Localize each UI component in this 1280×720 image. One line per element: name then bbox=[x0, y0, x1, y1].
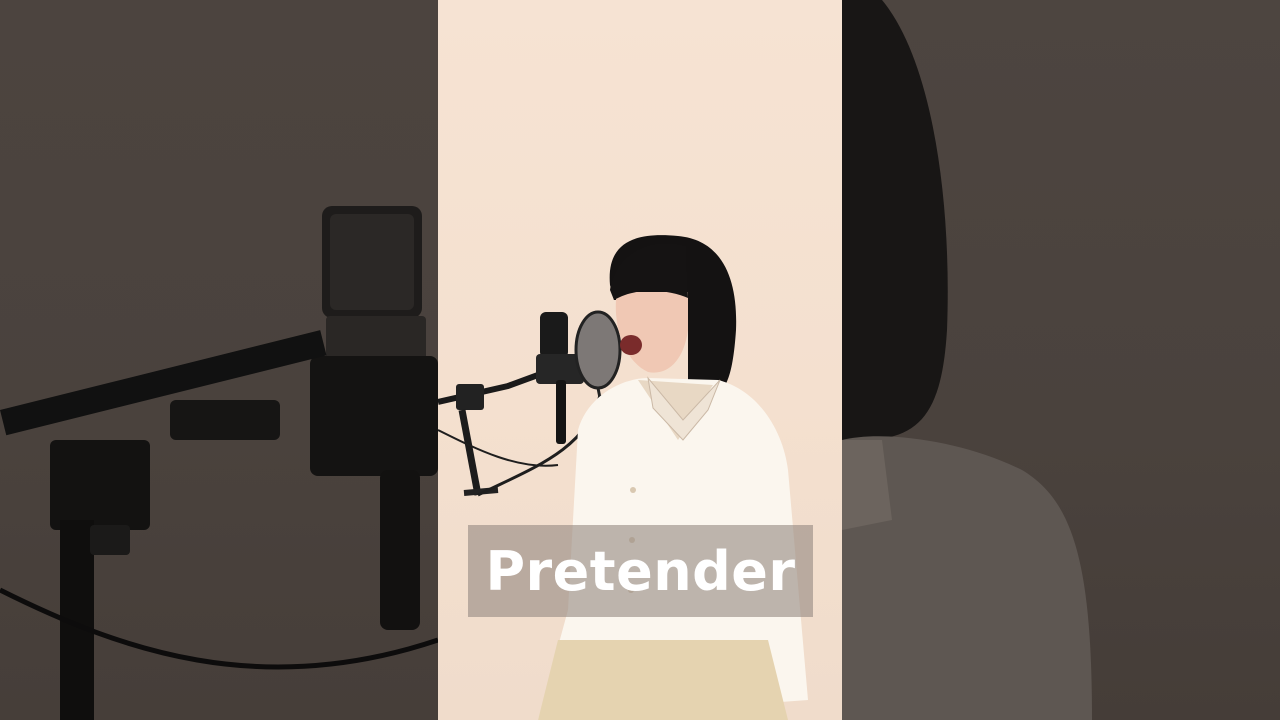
microphone-icon bbox=[536, 312, 584, 444]
video-player[interactable]: Pretender bbox=[0, 0, 1280, 720]
blurred-background-right bbox=[842, 0, 1280, 720]
song-title-caption: Pretender bbox=[485, 539, 796, 603]
blurred-background-left bbox=[0, 0, 438, 720]
video-frame[interactable]: Pretender bbox=[438, 0, 842, 720]
caption-overlay: Pretender bbox=[468, 525, 813, 617]
pop-filter-icon bbox=[574, 310, 622, 399]
